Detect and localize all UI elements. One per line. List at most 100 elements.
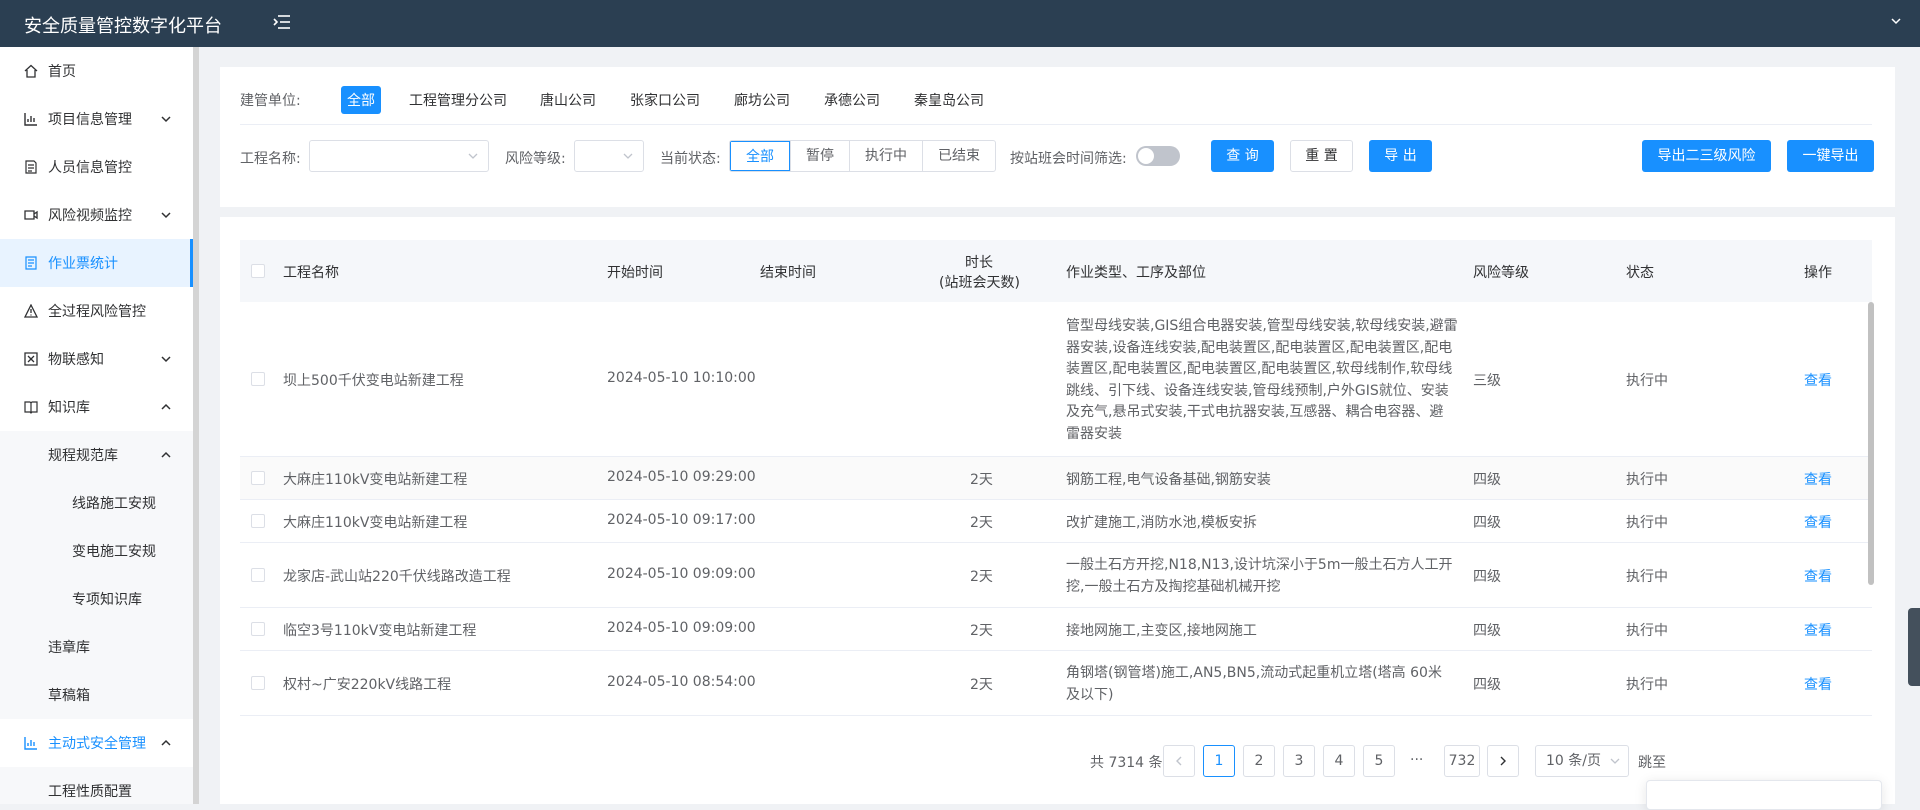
sidebar-item-home[interactable]: 首页 — [0, 47, 193, 95]
box-icon — [24, 352, 38, 366]
cell-project-name: 大麻庄110kV变电站新建工程 — [283, 472, 468, 488]
sidebar-item-label: 首页 — [48, 64, 76, 80]
sidebar-item-knowledge[interactable]: 知识库 — [0, 383, 193, 431]
work-line: 一般土石方开挖,N18,N13,设计坑深小于5m一般土石方人工开 — [1066, 557, 1453, 573]
sidebar-item-risk-control[interactable]: 全过程风险管控 — [0, 287, 193, 335]
status-option-paused[interactable]: 暂停 — [790, 141, 849, 171]
last-page-button[interactable]: 732 — [1444, 745, 1480, 777]
sidebar-item-iot[interactable]: 物联感知 — [0, 335, 193, 383]
chevron-down-icon[interactable] — [1890, 15, 1902, 27]
table-scrollbar[interactable] — [1868, 302, 1874, 585]
table-row: 龙家店-武山站220千伏线路改造工程 2024-05-10 09:09:00 2… — [240, 543, 1872, 608]
book-icon — [24, 401, 38, 414]
status-option-all[interactable]: 全部 — [730, 141, 790, 171]
cell-start-time: 2024-05-10 09:09:00 — [607, 566, 756, 582]
sidebar: 首页 项目信息管理 人员信息管控 风险视频监控 作业票统计 全过程风险管控 物联… — [0, 47, 195, 804]
cell-project-name: 龙家店-武山站220千伏线路改造工程 — [283, 569, 511, 585]
page-button[interactable]: 5 — [1363, 745, 1395, 777]
cell-project-name: 坝上500千伏变电站新建工程 — [283, 373, 464, 389]
project-name-select[interactable] — [309, 140, 489, 172]
cell-risk-level: 四级 — [1473, 515, 1501, 531]
row-checkbox[interactable] — [251, 676, 265, 690]
sidebar-item-ticket-stats[interactable]: 作业票统计 — [0, 239, 193, 287]
unit-option-engineering[interactable]: 工程管理分公司 — [403, 86, 513, 114]
table-row: 权村~广安220kV线路工程 2024-05-10 08:54:00 2天 角钢… — [240, 651, 1872, 716]
row-checkbox[interactable] — [251, 568, 265, 582]
reset-button[interactable]: 重 置 — [1290, 140, 1353, 172]
work-line: 装置区,配电装置区,配电装置区,配电装置区,软母线制作,软母线 — [1066, 361, 1453, 377]
page-button[interactable]: 4 — [1323, 745, 1355, 777]
row-checkbox[interactable] — [251, 514, 265, 528]
cell-start-time: 2024-05-10 08:54:00 — [607, 674, 756, 690]
unit-option-all[interactable]: 全部 — [341, 86, 381, 114]
row-checkbox[interactable] — [251, 471, 265, 485]
row-checkbox[interactable] — [251, 372, 265, 386]
table-row: 大麻庄110kV变电站新建工程 2024-05-10 09:29:00 2天 钢… — [240, 457, 1872, 500]
page-size-select[interactable]: 10 条/页 — [1535, 745, 1629, 777]
sidebar-item-project-nature[interactable]: 工程性质配置 — [0, 767, 193, 804]
page-ellipsis[interactable]: ··· — [1410, 752, 1423, 768]
page-button[interactable]: 3 — [1283, 745, 1315, 777]
cell-duration: 2天 — [970, 472, 993, 488]
document-icon — [25, 160, 37, 174]
view-link[interactable]: 查看 — [1804, 620, 1832, 640]
export-all-button[interactable]: 一键导出 — [1787, 140, 1874, 172]
cell-risk-level: 三级 — [1473, 373, 1501, 389]
unit-option-zhangjiakou[interactable]: 张家口公司 — [624, 86, 706, 114]
work-line: 及充气,悬吊式安装,干式电抗器安装,互感器、耦合电容器、避 — [1066, 404, 1444, 420]
unit-option-tangshan[interactable]: 唐山公司 — [534, 86, 602, 114]
meeting-filter-toggle[interactable] — [1136, 146, 1180, 166]
sidebar-item-personnel[interactable]: 人员信息管控 — [0, 143, 193, 191]
view-link[interactable]: 查看 — [1804, 512, 1832, 532]
export-risk-button[interactable]: 导出二三级风险 — [1642, 140, 1771, 172]
unit-option-qinhuangdao[interactable]: 秦皇岛公司 — [908, 86, 990, 114]
sidebar-item-label: 物联感知 — [48, 352, 104, 368]
cell-status: 执行中 — [1626, 677, 1668, 693]
sidebar-item-active-safety[interactable]: 主动式安全管理 — [0, 719, 193, 767]
select-all-checkbox[interactable] — [251, 264, 265, 278]
sidebar-item-project-info[interactable]: 项目信息管理 — [0, 95, 193, 143]
chevron-down-icon — [161, 116, 171, 123]
export-button[interactable]: 导 出 — [1369, 140, 1432, 172]
header-start-time: 开始时间 — [607, 265, 663, 281]
cell-work-type: 钢筋工程,电气设备基础,钢筋安装 — [1066, 472, 1271, 488]
sidebar-item-line-safety[interactable]: 线路施工安规 — [0, 479, 193, 527]
sidebar-item-video[interactable]: 风险视频监控 — [0, 191, 193, 239]
menu-toggle-icon[interactable] — [273, 13, 291, 31]
chevron-down-icon — [468, 153, 478, 159]
page-button[interactable]: 1 — [1203, 745, 1235, 777]
sidebar-item-drafts[interactable]: 草稿箱 — [0, 671, 193, 719]
header-work-type: 作业类型、工序及部位 — [1066, 265, 1206, 281]
header-action: 操作 — [1804, 265, 1832, 281]
cell-work-type: 接地网施工,主变区,接地网施工 — [1066, 623, 1257, 639]
view-link[interactable]: 查看 — [1804, 469, 1832, 489]
status-option-finished[interactable]: 已结束 — [922, 141, 995, 171]
prev-page-button[interactable] — [1163, 745, 1195, 777]
page-button[interactable]: 2 — [1243, 745, 1275, 777]
risk-level-select[interactable] — [574, 140, 644, 172]
cell-work-type: 管型母线安装,GIS组合电器安装,管型母线安装,软母线安装,避雷 器安装,设备连… — [1066, 316, 1458, 445]
unit-option-langfang[interactable]: 廊坊公司 — [728, 86, 796, 114]
view-link[interactable]: 查看 — [1804, 370, 1832, 390]
sidebar-item-label: 全过程风险管控 — [48, 304, 146, 320]
jump-page-input[interactable] — [1646, 780, 1882, 810]
status-option-running[interactable]: 执行中 — [849, 141, 922, 171]
unit-option-chengde[interactable]: 承德公司 — [818, 86, 886, 114]
sidebar-item-violations[interactable]: 违章库 — [0, 623, 193, 671]
work-line: 跳线、引下线、设备连线安装,管母线预制,户外GIS就位、安装 — [1066, 382, 1449, 399]
chevron-down-icon — [623, 153, 633, 159]
sidebar-item-special-knowledge[interactable]: 专项知识库 — [0, 575, 193, 623]
query-button[interactable]: 查 询 — [1211, 140, 1274, 172]
chevron-up-icon — [161, 451, 171, 458]
side-drawer-handle[interactable] — [1908, 608, 1920, 686]
chevron-up-icon — [161, 739, 171, 746]
chevron-left-icon — [1176, 756, 1182, 766]
sidebar-item-label: 知识库 — [48, 400, 90, 416]
sidebar-item-regulations[interactable]: 规程规范库 — [0, 431, 193, 479]
view-link[interactable]: 查看 — [1804, 566, 1832, 586]
sidebar-item-label: 专项知识库 — [72, 592, 142, 608]
next-page-button[interactable] — [1487, 745, 1519, 777]
row-checkbox[interactable] — [251, 622, 265, 636]
sidebar-item-substation-safety[interactable]: 变电施工安规 — [0, 527, 193, 575]
view-link[interactable]: 查看 — [1804, 674, 1832, 694]
